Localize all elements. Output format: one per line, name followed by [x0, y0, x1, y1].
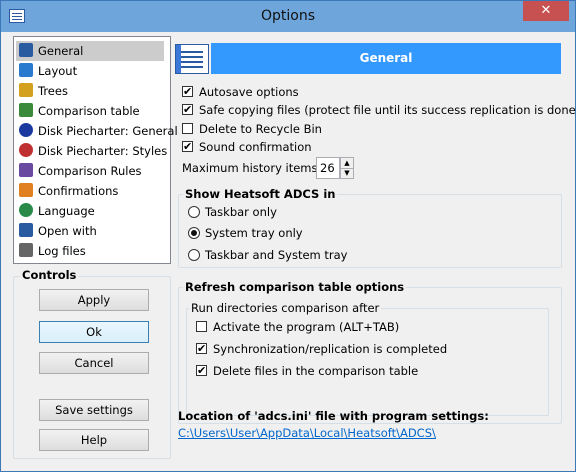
nav-item-confirmations[interactable]: Confirmations [16, 181, 118, 201]
max-history-label: Maximum history items [182, 161, 318, 175]
sync-checkbox[interactable]: ✔ Synchronization/replication is complet… [196, 341, 447, 357]
nav-item-disk-piecharter-styles[interactable]: Disk Piecharter: Styles [16, 141, 167, 161]
tray-only-label: System tray only [205, 226, 303, 240]
location-link[interactable]: C:\Users\User\AppData\Local\Heatsoft\ADC… [178, 426, 436, 440]
tray-only-dot[interactable] [188, 227, 200, 239]
autosave-checkbox[interactable]: ✔ Autosave options [182, 84, 299, 100]
controls-title: Controls [20, 268, 79, 282]
nav-item-comparison-table[interactable]: Comparison table [16, 101, 140, 121]
show-in-title: Show Heatsoft ADCS in [183, 187, 338, 201]
nav-item-label: Layout [38, 64, 78, 78]
controls-group: Controls Apply Ok Cancel Save settings H… [13, 268, 171, 459]
activate-checkbox[interactable]: Activate the program (ALT+TAB) [196, 319, 399, 335]
taskbar-and-tray-radio[interactable]: Taskbar and System tray [188, 247, 347, 263]
close-button[interactable]: ✕ [523, 1, 569, 21]
category-list[interactable]: General Layout Trees Comparison table Disk P… [13, 36, 178, 264]
ok-button[interactable]: Ok [39, 321, 149, 343]
list-icon [175, 44, 209, 74]
nav-item-log-files[interactable]: Log files [16, 241, 86, 261]
sound-box[interactable]: ✔ [182, 141, 193, 152]
location-label: Location of 'adcs.ini' file with program… [178, 409, 489, 423]
activate-box[interactable] [196, 321, 207, 332]
cancel-button[interactable]: Cancel [39, 352, 149, 374]
refresh-group: Refresh comparison table options Run dir… [178, 280, 562, 424]
nav-item-language[interactable]: Language [16, 201, 95, 221]
apply-button[interactable]: Apply [39, 289, 149, 311]
nav-item-label: General [38, 44, 84, 58]
table-icon [19, 103, 33, 117]
window-title: Options [260, 8, 316, 24]
spin-down-icon[interactable]: ▼ [341, 168, 353, 178]
safe-copying-label: Safe copying files (protect file until i… [199, 103, 576, 117]
max-history-spinner: ▲ ▼ [340, 157, 354, 179]
nav-item-label: Log files [38, 244, 86, 258]
recycle-bin-box[interactable] [182, 123, 193, 134]
run-after-group: Run directories comparison after Activat… [186, 301, 549, 416]
nav-item-layout[interactable]: Layout [16, 61, 77, 81]
client-area: General Layout Trees Comparison table Disk P… [8, 32, 576, 465]
log-file-icon [19, 243, 33, 257]
sound-checkbox[interactable]: ✔ Sound confirmation [182, 139, 312, 155]
sync-box[interactable]: ✔ [196, 343, 207, 354]
title-bar[interactable]: Options ✕ [1, 1, 575, 32]
nav-item-trees[interactable]: Trees [16, 81, 68, 101]
nav-item-label: Comparison Rules [38, 164, 142, 178]
taskbar-only-label: Taskbar only [205, 205, 277, 219]
max-history-input[interactable]: 26 [316, 157, 340, 179]
nav-item-label: Confirmations [38, 184, 119, 198]
activate-label: Activate the program (ALT+TAB) [213, 320, 400, 334]
nav-item-label: Comparison table [38, 104, 140, 118]
delete-checkbox[interactable]: ✔ Delete files in the comparison table [196, 363, 418, 379]
save-settings-button[interactable]: Save settings [39, 399, 149, 421]
nav-item-label: Disk Piecharter: Styles [38, 144, 168, 158]
options-window: Options ✕ General Layout Trees Comparison t… [0, 0, 576, 472]
layout-arrows-icon [19, 63, 33, 77]
taskbar-only-radio[interactable]: Taskbar only [188, 204, 277, 220]
recycle-bin-label: Delete to Recycle Bin [199, 122, 322, 136]
autosave-box[interactable]: ✔ [182, 86, 193, 97]
taskbar-only-dot[interactable] [188, 206, 200, 218]
safe-copying-checkbox[interactable]: ✔ Safe copying files (protect file until… [182, 102, 576, 118]
autosave-label: Autosave options [199, 85, 299, 99]
nav-item-open-with[interactable]: Open with [16, 221, 97, 241]
piechart-styles-icon [19, 143, 33, 157]
delete-box[interactable]: ✔ [196, 365, 207, 376]
sound-label: Sound confirmation [199, 140, 312, 154]
recycle-bin-checkbox[interactable]: Delete to Recycle Bin [182, 121, 322, 137]
taskbar-and-tray-label: Taskbar and System tray [205, 248, 348, 262]
globe-icon [19, 203, 33, 217]
nav-item-label: Disk Piecharter: General [38, 124, 178, 138]
nav-item-general[interactable]: General [16, 41, 164, 61]
confirm-icon [19, 183, 33, 197]
refresh-title: Refresh comparison table options [183, 280, 407, 294]
nav-item-label: Language [38, 204, 95, 218]
taskbar-and-tray-dot[interactable] [188, 249, 200, 261]
tree-folder-icon [19, 83, 33, 97]
rules-icon [19, 163, 33, 177]
section-header: General [211, 43, 561, 74]
run-after-title: Run directories comparison after [189, 301, 382, 315]
nav-item-label: Open with [38, 224, 97, 238]
safe-copying-box[interactable]: ✔ [182, 104, 193, 115]
piechart-icon [19, 123, 33, 137]
list-icon [19, 43, 33, 57]
delete-label: Delete files in the comparison table [213, 364, 419, 378]
tray-only-radio[interactable]: System tray only [188, 225, 303, 241]
help-button[interactable]: Help [39, 429, 149, 451]
nav-item-label: Trees [38, 84, 68, 98]
show-in-group: Show Heatsoft ADCS in Taskbar only Syste… [178, 187, 562, 268]
sync-label: Synchronization/replication is completed [213, 342, 448, 356]
nav-item-comparison-rules[interactable]: Comparison Rules [16, 161, 142, 181]
open-with-icon [19, 223, 33, 237]
nav-item-disk-piecharter-general[interactable]: Disk Piecharter: General [16, 121, 178, 141]
